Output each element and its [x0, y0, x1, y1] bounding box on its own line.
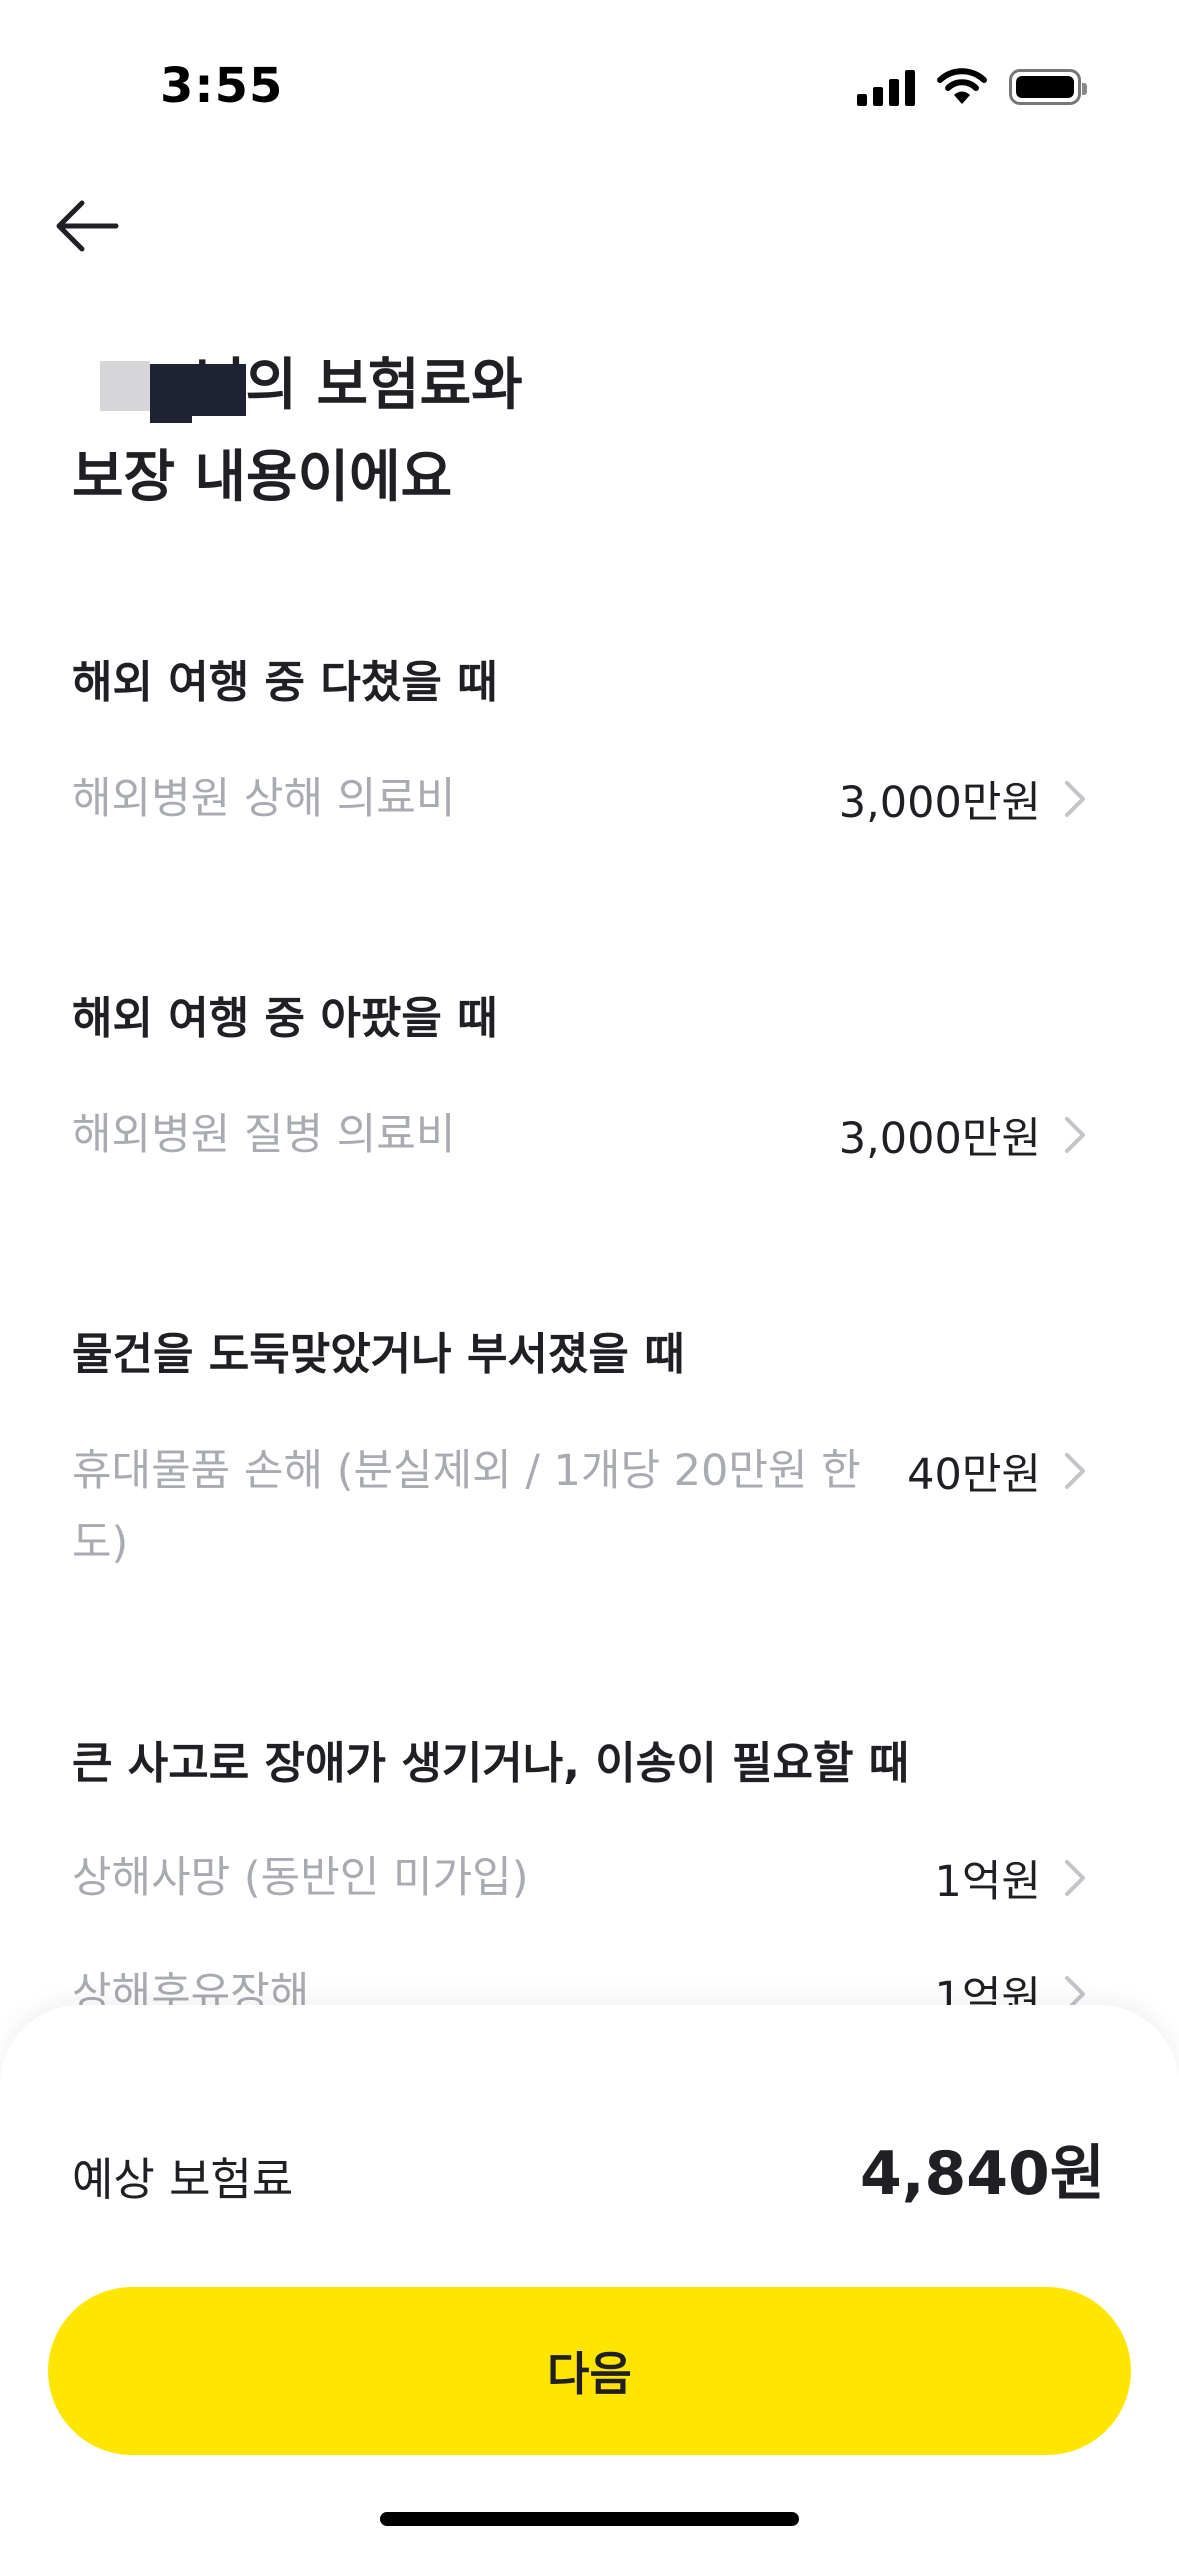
cellular-signal-icon: [857, 68, 915, 106]
coverage-label: 휴대물품 손해 (분실제외 / 1개당 20만원 한도): [72, 1446, 861, 1568]
battery-icon: [1009, 69, 1087, 105]
back-button[interactable]: [48, 190, 126, 262]
chevron-right-icon: [1065, 781, 1085, 817]
title-line2: 보장 내용이에요: [72, 445, 453, 510]
coverage-item[interactable]: 상해사망 (동반인 미가입) 1억원: [72, 1842, 1087, 1914]
page-title: 님의 보험료와 보장 내용이에요: [72, 340, 523, 524]
premium-label: 예상 보험료: [72, 2153, 294, 2206]
coverage-item[interactable]: 해외병원 상해 의료비 3,000만원: [72, 763, 1087, 835]
chevron-right-icon: [1065, 1117, 1085, 1153]
coverage-amount: 3,000만원: [838, 1114, 1041, 1164]
coverage-item[interactable]: 해외병원 질병 의료비 3,000만원: [72, 1099, 1087, 1171]
coverage-amount: 3,000만원: [838, 778, 1041, 828]
coverage-label: 상해사망 (동반인 미가입): [72, 1853, 529, 1903]
section-heading-illness: 해외 여행 중 아팠을 때: [72, 993, 498, 1044]
wifi-icon: [937, 68, 987, 104]
premium-amount: 4,840원: [860, 2139, 1105, 2209]
redacted-name: [72, 352, 246, 423]
home-indicator[interactable]: [380, 2512, 799, 2526]
section-heading-disability: 큰 사고로 장애가 생기거나, 이송이 필요할 때: [72, 1738, 910, 1789]
chevron-right-icon: [1065, 1453, 1085, 1489]
chevron-right-icon: [1065, 1860, 1085, 1896]
status-icons: [857, 64, 1087, 110]
coverage-amount: 1억원: [934, 1857, 1041, 1907]
screen: 3:55 님의 보험료와 보장 내용이에요 해외 여행 중 다쳤을 때 해외병원…: [0, 0, 1179, 2556]
bottom-sheet: 예상 보험료 4,840원 다음: [0, 2005, 1179, 2556]
section-heading-injury: 해외 여행 중 다쳤을 때: [72, 657, 498, 708]
coverage-item[interactable]: 휴대물품 손해 (분실제외 / 1개당 20만원 한도) 40만원: [72, 1435, 1087, 1579]
section-heading-belongings: 물건을 도둑맞았거나 부서졌을 때: [72, 1329, 685, 1380]
status-time: 3:55: [160, 58, 284, 114]
next-button[interactable]: 다음: [48, 2287, 1131, 2455]
arrow-left-icon: [56, 200, 119, 252]
coverage-label: 해외병원 질병 의료비: [72, 1110, 456, 1160]
coverage-label: 해외병원 상해 의료비: [72, 774, 456, 824]
coverage-amount: 40만원: [907, 1450, 1041, 1500]
